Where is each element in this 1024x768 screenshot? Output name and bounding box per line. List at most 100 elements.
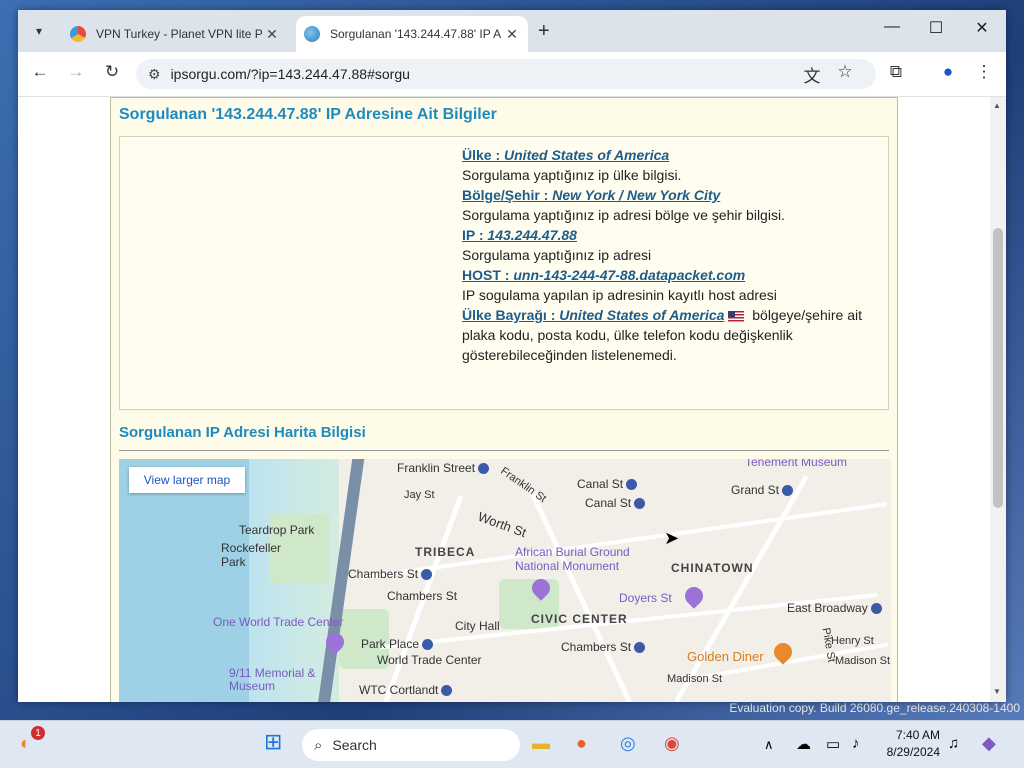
clock-time: 7:40 AM: [895, 728, 940, 742]
chrome-icon[interactable]: ◉: [664, 733, 680, 754]
address-bar[interactable]: ⚙ ipsorgu.com/?ip=143.244.47.88#sorgu: [136, 59, 876, 89]
show-hidden-icons-icon[interactable]: ∧: [764, 737, 774, 753]
subway-icon: [478, 463, 490, 475]
clock-date: 8/29/2024: [886, 745, 940, 759]
tab-vpn-turkey[interactable]: VPN Turkey - Planet VPN lite Pr ✕: [62, 16, 288, 52]
country-description: Sorgulama yaptığınız ip ülke bilgisi.: [462, 167, 682, 183]
country-link[interactable]: Ülke : United States of America: [462, 147, 669, 163]
tab-ip-sorgu[interactable]: Sorgulanan '143.244.47.88' IP A ✕: [296, 16, 528, 52]
reload-icon[interactable]: ↻: [100, 62, 124, 82]
weather-widget-icon[interactable]: ◐: [20, 733, 31, 754]
map-label: Tenement Museum: [745, 459, 848, 469]
ip-details-box: Ülke : United States of America Sorgulam…: [119, 136, 889, 410]
evaluation-watermark: Evaluation copy. Build 26080.ge_release.…: [729, 701, 1020, 715]
page-content: Sorgulanan '143.244.47.88' IP Adresine A…: [18, 97, 990, 702]
subway-icon: [870, 603, 882, 615]
scroll-thumb[interactable]: [993, 228, 1003, 508]
map-heading: Sorgulanan IP Adresi Harita Bilgisi: [119, 424, 366, 441]
ip-info-panel: Sorgulanan '143.244.47.88' IP Adresine A…: [110, 97, 898, 702]
map-label: Chambers St: [348, 567, 433, 581]
map-label: Madison St: [835, 655, 891, 667]
start-windows-icon[interactable]: ⊞: [264, 729, 282, 755]
bookmark-star-icon[interactable]: ☆: [833, 62, 857, 82]
flag-link[interactable]: Ülke Bayrağı : United States of America: [462, 307, 724, 323]
map-label: Jay St: [404, 489, 435, 501]
map-label: CHINATOWN: [671, 561, 754, 575]
subway-icon: [782, 485, 794, 497]
forward-arrow-icon[interactable]: →: [64, 62, 88, 82]
extensions-puzzle-icon[interactable]: ⧉: [884, 62, 908, 82]
close-window-icon[interactable]: ✕: [962, 18, 1002, 38]
ip-description: Sorgulama yaptığınız ip adresi: [462, 247, 652, 263]
map-label: Canal St: [585, 496, 646, 510]
close-tab-icon[interactable]: ✕: [262, 26, 282, 43]
display-icon[interactable]: ▭: [826, 735, 840, 753]
region-description: Sorgulama yaptığınız ip adresi bölge ve …: [462, 207, 785, 223]
file-explorer-icon[interactable]: ▬: [532, 733, 550, 754]
map-label: One World Trade Center: [213, 615, 344, 629]
profile-avatar-icon[interactable]: ●: [936, 62, 960, 82]
maximize-icon[interactable]: ☐: [916, 18, 956, 38]
map-label: African Burial Ground National Monument: [515, 545, 630, 573]
url-text[interactable]: ipsorgu.com/?ip=143.244.47.88#sorgu: [171, 66, 410, 82]
map-label: City Hall: [455, 619, 500, 633]
attraction-pin-icon[interactable]: [681, 583, 707, 609]
new-tab-button[interactable]: +: [538, 20, 550, 43]
browser-toolbar: ← → ↻ ⚙ ipsorgu.com/?ip=143.244.47.88#so…: [18, 52, 1006, 97]
tab-title: Sorgulanan '143.244.47.88' IP A: [330, 27, 502, 41]
map-label: East Broadway: [787, 601, 882, 615]
site-info-icon[interactable]: ⚙: [148, 66, 161, 83]
network-icon[interactable]: ☁: [796, 735, 811, 753]
tab-bar: ▾ VPN Turkey - Planet VPN lite Pr ✕ Sorg…: [18, 10, 1006, 52]
host-link[interactable]: HOST : unn-143-244-47-88.datapacket.com: [462, 267, 745, 283]
notification-bell-icon[interactable]: ♫: [948, 735, 959, 752]
taskbar: ◐ 1 ⊞ ⌕ Search ▬ ● ◎ ◉ ∧ ☁ ▭ ♪ 7:40 AM 8…: [0, 720, 1024, 768]
back-arrow-icon[interactable]: ←: [28, 62, 52, 82]
translate-icon[interactable]: 文: [800, 62, 824, 87]
scroll-up-arrow-icon[interactable]: ▲: [993, 101, 1001, 110]
map-label: Worth St: [475, 508, 529, 541]
system-clock[interactable]: 7:40 AM 8/29/2024: [887, 727, 940, 761]
subway-icon: [441, 685, 453, 697]
browser-window: ▾ VPN Turkey - Planet VPN lite Pr ✕ Sorg…: [18, 10, 1006, 702]
globe-favicon-icon: [304, 26, 320, 42]
planet-vpn-favicon-icon: [70, 26, 86, 42]
map-label: Doyers St: [619, 591, 672, 605]
tab-search-chevron-icon[interactable]: ▾: [26, 18, 52, 44]
map-label: Teardrop Park: [239, 523, 315, 537]
subway-icon: [422, 639, 434, 651]
view-larger-map-button[interactable]: View larger map: [129, 467, 245, 493]
vertical-scrollbar[interactable]: ▲ ▼: [990, 97, 1006, 702]
subway-icon: [421, 569, 433, 581]
map-label: Golden Diner: [687, 649, 764, 664]
mouse-cursor-icon: ➤: [664, 528, 680, 548]
firefox-icon[interactable]: ●: [576, 733, 587, 754]
subway-icon: [626, 479, 638, 491]
embedded-map[interactable]: View larger map Franklin Street Franklin…: [119, 459, 891, 702]
map-label: Madison St: [667, 673, 723, 685]
close-tab-icon[interactable]: ✕: [502, 26, 522, 43]
map-label: World Trade Center: [377, 653, 482, 667]
notification-badge: 1: [31, 726, 45, 740]
volume-icon[interactable]: ♪: [852, 735, 860, 752]
map-label: WTC Cortlandt: [359, 683, 453, 697]
copilot-icon[interactable]: ◆: [982, 733, 996, 754]
ip-details: Ülke : United States of America Sorgulam…: [462, 145, 872, 365]
host-description: IP sogulama yapılan ip adresinin kayıtlı…: [462, 287, 777, 303]
map-label: TRIBECA: [415, 545, 476, 559]
scroll-down-arrow-icon[interactable]: ▼: [993, 687, 1001, 696]
map-label: Franklin St: [498, 465, 549, 505]
map-label: Canal St: [577, 477, 638, 491]
ip-link[interactable]: IP : 143.244.47.88: [462, 227, 577, 243]
map-label: Chambers St: [387, 589, 458, 603]
menu-kebab-icon[interactable]: ⋮: [972, 62, 996, 82]
taskbar-search[interactable]: ⌕ Search: [302, 729, 520, 761]
minimize-icon[interactable]: —: [872, 18, 912, 36]
us-flag-icon: [728, 310, 745, 322]
chrome-dev-icon[interactable]: ◎: [620, 733, 636, 754]
tab-title: VPN Turkey - Planet VPN lite Pr: [96, 27, 262, 41]
region-link[interactable]: Bölge/Şehir : New York / New York City: [462, 187, 720, 203]
map-label: Franklin Street: [397, 461, 490, 475]
subway-icon: [634, 498, 646, 510]
map-label: Chambers St: [561, 640, 646, 654]
